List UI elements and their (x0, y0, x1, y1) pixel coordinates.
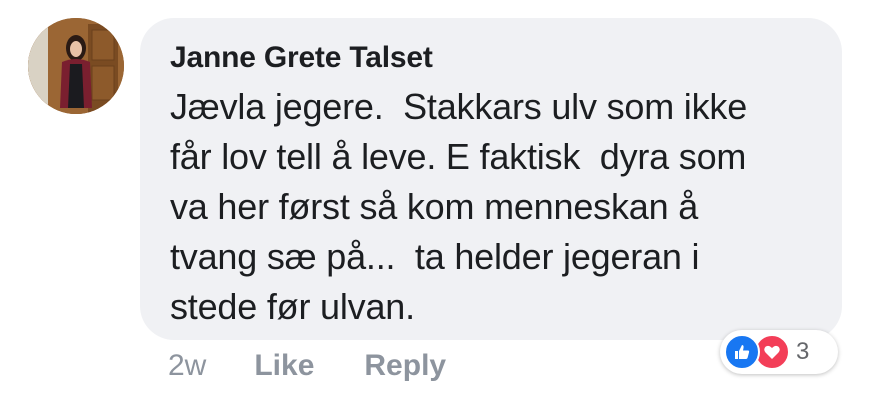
comment-text: Jævla jegere. Stakkars ulv som ikke får … (170, 86, 748, 327)
avatar[interactable] (28, 18, 124, 114)
reply-button[interactable]: Reply (364, 346, 446, 386)
comment-actions: 2w Like Reply (168, 346, 496, 386)
like-button[interactable]: Like (254, 346, 314, 386)
profile-photo-icon (28, 18, 124, 114)
reactions-summary[interactable]: 3 (720, 330, 838, 374)
comment-author[interactable]: Janne Grete Talset (170, 40, 818, 76)
reaction-count: 3 (796, 338, 810, 365)
comment-bubble: Janne Grete Talset Jævla jegere. Stakkar… (140, 18, 842, 340)
comment-timestamp[interactable]: 2w (168, 346, 206, 386)
like-icon (724, 334, 760, 370)
